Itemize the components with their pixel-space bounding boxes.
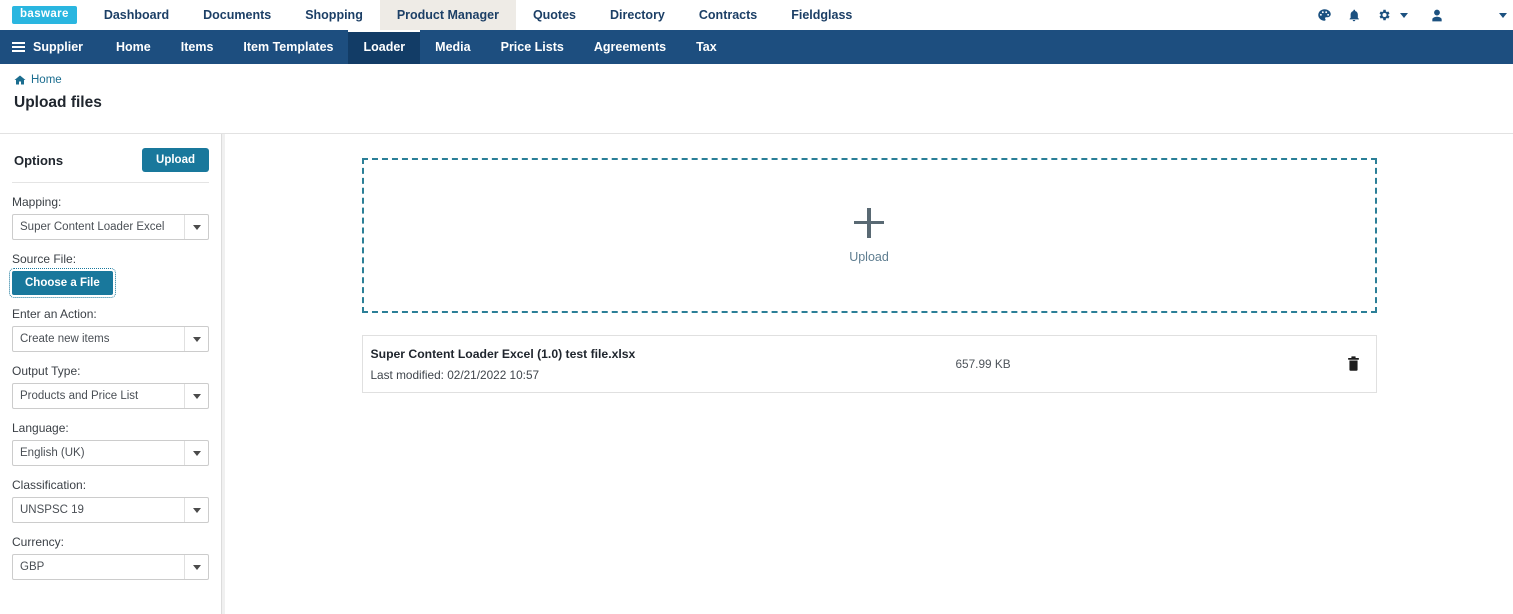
home-icon: [14, 74, 26, 86]
file-info: Super Content Loader Excel (1.0) test fi…: [371, 347, 956, 382]
topnav-item-quotes[interactable]: Quotes: [516, 0, 593, 30]
subnav-item-price-lists[interactable]: Price Lists: [486, 30, 579, 64]
language-select-value: English (UK): [20, 447, 85, 459]
field-language-label: Language:: [12, 421, 69, 435]
subnav-item-loader[interactable]: Loader: [348, 30, 421, 64]
chevron-down-icon: [184, 498, 208, 522]
gear-dropdown-caret[interactable]: [1400, 12, 1408, 18]
chevron-down-icon: [184, 384, 208, 408]
field-output-type-label: Output Type:: [12, 364, 81, 378]
classification-select[interactable]: UNSPSC 19: [12, 497, 209, 523]
uploaded-file-list: Super Content Loader Excel (1.0) test fi…: [361, 335, 1377, 393]
subnav-item-items[interactable]: Items: [166, 30, 229, 64]
plus-icon: [854, 207, 884, 238]
subnav-item-item-templates[interactable]: Item Templates: [228, 30, 348, 64]
subnav-item-tax[interactable]: Tax: [681, 30, 732, 64]
field-language: Language: English (UK): [12, 421, 209, 466]
mapping-select[interactable]: Super Content Loader Excel: [12, 214, 209, 240]
main-content: Upload Super Content Loader Excel (1.0) …: [225, 134, 1513, 614]
topnav-item-dashboard[interactable]: Dashboard: [87, 0, 186, 30]
field-mapping: Mapping: Super Content Loader Excel: [12, 195, 209, 240]
output-type-select[interactable]: Products and Price List: [12, 383, 209, 409]
action-select[interactable]: Create new items: [12, 326, 209, 352]
secondary-nav: Supplier Home Items Item Templates Loade…: [0, 30, 1513, 64]
field-source-file: Source File: Choose a File: [9, 252, 209, 298]
options-sidebar: Options Upload Mapping: Super Content Lo…: [0, 134, 222, 614]
output-type-select-value: Products and Price List: [20, 390, 139, 402]
currency-select-value: GBP: [20, 561, 45, 573]
trash-icon: [1347, 356, 1360, 372]
file-modified: Last modified: 02/21/2022 10:57: [370, 367, 540, 382]
subnav-item-media[interactable]: Media: [420, 30, 485, 64]
dropzone-label: Upload: [849, 249, 889, 264]
topnav-item-documents[interactable]: Documents: [186, 0, 288, 30]
page-title: Upload files: [14, 94, 102, 111]
header-actions: [1309, 0, 1513, 30]
field-output-type: Output Type: Products and Price List: [12, 364, 209, 409]
classification-select-value: UNSPSC 19: [20, 504, 84, 516]
breadcrumb[interactable]: Home: [14, 74, 62, 86]
primary-nav: Dashboard Documents Shopping Product Man…: [87, 0, 870, 30]
action-select-value: Create new items: [20, 333, 110, 345]
file-dropzone[interactable]: Upload: [361, 158, 1377, 313]
hamburger-icon: [12, 41, 25, 53]
breadcrumb-home-label: Home: [31, 74, 62, 86]
field-source-file-label: Source File:: [12, 252, 77, 266]
field-action-label: Enter an Action:: [12, 307, 97, 321]
field-currency: Currency: GBP: [12, 535, 209, 580]
user-menu-caret[interactable]: [1499, 12, 1507, 18]
choose-a-file-button[interactable]: Choose a File: [9, 268, 116, 298]
chevron-down-icon: [184, 215, 208, 239]
delete-file-button[interactable]: [1347, 356, 1360, 372]
supplier-menu-button[interactable]: Supplier: [0, 30, 101, 64]
user-icon[interactable]: [1422, 0, 1452, 30]
logo[interactable]: basware: [0, 0, 87, 30]
page-header: Home Upload files: [0, 64, 1513, 134]
subnav-item-home[interactable]: Home: [101, 30, 166, 64]
chevron-down-icon: [184, 555, 208, 579]
options-header: Options Upload: [12, 146, 209, 183]
field-mapping-label: Mapping:: [12, 195, 62, 209]
logo-text: basware: [12, 5, 77, 25]
chevron-down-icon: [184, 441, 208, 465]
file-size: 657.99 KB: [955, 357, 1011, 371]
supplier-menu-label: Supplier: [33, 40, 84, 54]
currency-select[interactable]: GBP: [12, 554, 209, 580]
subnav-item-agreements[interactable]: Agreements: [579, 30, 681, 64]
field-classification-label: Classification:: [12, 478, 87, 492]
gear-icon[interactable]: [1369, 0, 1399, 30]
options-title: Options: [14, 152, 64, 168]
mapping-select-value: Super Content Loader Excel: [20, 221, 165, 233]
topnav-item-contracts[interactable]: Contracts: [682, 0, 774, 30]
global-header: basware Dashboard Documents Shopping Pro…: [0, 0, 1513, 30]
bell-icon[interactable]: [1339, 0, 1369, 30]
language-select[interactable]: English (UK): [12, 440, 209, 466]
chevron-down-icon: [184, 327, 208, 351]
topnav-item-product-manager[interactable]: Product Manager: [379, 0, 516, 30]
topnav-item-fieldglass[interactable]: Fieldglass: [774, 0, 869, 30]
field-action: Enter an Action: Create new items: [12, 307, 209, 352]
page-body: Options Upload Mapping: Super Content Lo…: [0, 134, 1513, 614]
field-currency-label: Currency:: [12, 535, 65, 549]
table-row: Super Content Loader Excel (1.0) test fi…: [361, 335, 1377, 393]
topnav-item-shopping[interactable]: Shopping: [288, 0, 380, 30]
upload-button[interactable]: Upload: [142, 148, 209, 172]
topnav-item-directory[interactable]: Directory: [593, 0, 682, 30]
file-name: Super Content Loader Excel (1.0) test fi…: [370, 346, 636, 361]
palette-icon[interactable]: [1309, 0, 1339, 30]
field-classification: Classification: UNSPSC 19: [12, 478, 209, 523]
